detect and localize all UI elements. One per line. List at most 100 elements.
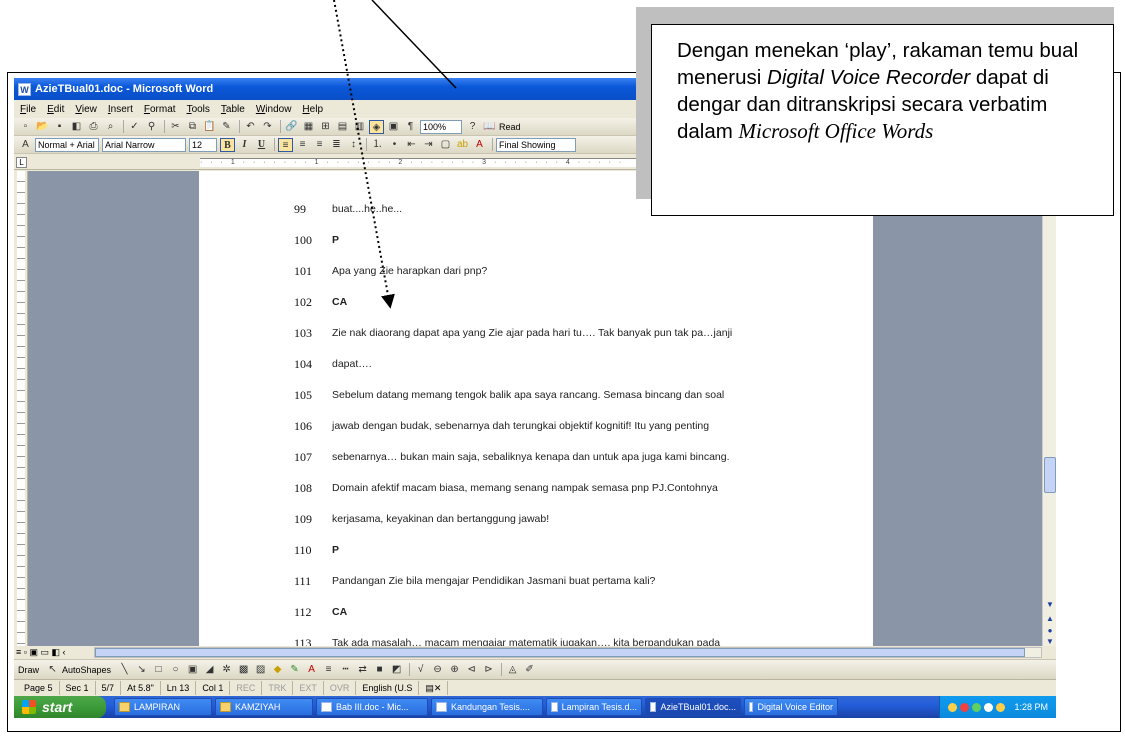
clock[interactable]: 1:28 PM — [1014, 702, 1048, 712]
autoshapes-menu[interactable]: AutoShapes — [62, 665, 111, 675]
document-line[interactable]: 111 Pandangan Zie bila mengajar Pendidika… — [294, 573, 655, 589]
print-icon[interactable]: ⎙ — [86, 120, 101, 134]
status-rec[interactable]: REC — [230, 681, 263, 695]
tray-icon[interactable] — [948, 702, 958, 712]
document-line[interactable]: 108 Domain afektif macam biasa, memang se… — [294, 480, 718, 496]
arrow-style-icon[interactable]: ⇄ — [355, 663, 370, 677]
document-line[interactable]: 109 kerjasama, keyakinan dan bertanggung … — [294, 511, 549, 527]
align-left-icon[interactable]: ≡ — [278, 137, 293, 152]
menu-file[interactable]: File — [20, 104, 36, 115]
shape-tool-4-icon[interactable]: ⊳ — [481, 663, 496, 677]
start-button[interactable]: start — [14, 696, 106, 718]
line-spacing-icon[interactable]: ↕ — [346, 138, 361, 152]
research-icon[interactable]: ⚲ — [144, 120, 159, 134]
bullets-icon[interactable]: • — [387, 138, 402, 152]
cut-icon[interactable]: ✂ — [168, 120, 183, 134]
status-trk[interactable]: TRK — [262, 681, 294, 695]
draw-menu[interactable]: Draw — [18, 665, 39, 675]
line-icon[interactable]: ╲ — [117, 663, 132, 677]
text-box-icon[interactable]: ▣ — [185, 663, 200, 677]
display-for-review-select[interactable]: Final Showing — [496, 137, 576, 152]
help-icon[interactable]: ? — [465, 120, 480, 134]
italic-button[interactable]: I — [237, 138, 252, 152]
copy-icon[interactable]: ⧉ — [185, 120, 200, 134]
hyperlink-icon[interactable]: 🔗 — [284, 120, 299, 134]
format-painter-icon[interactable]: ✎ — [219, 120, 234, 134]
taskbar-button[interactable]: LAMPIRAN — [114, 698, 212, 716]
columns-icon[interactable]: ▥ — [352, 120, 367, 134]
diagram-icon[interactable]: ✲ — [219, 663, 234, 677]
font-color-draw-icon[interactable]: A — [304, 663, 319, 677]
menu-edit[interactable]: Edit — [47, 104, 64, 115]
permission-icon[interactable]: ◧ — [69, 120, 84, 134]
document-line[interactable]: 107 sebenarnya… bukan main saja, sebalikn… — [294, 449, 730, 465]
shadow-icon[interactable]: ■ — [372, 663, 387, 677]
new-document-icon[interactable]: ▫ — [18, 120, 33, 134]
shape-tool-3-icon[interactable]: ⊲ — [464, 663, 479, 677]
status-ovr[interactable]: OVR — [324, 681, 357, 695]
status-ext[interactable]: EXT — [293, 681, 324, 695]
3d-icon[interactable]: ◩ — [389, 663, 404, 677]
document-line[interactable]: 110 P — [294, 542, 339, 558]
tray-icon[interactable] — [996, 702, 1006, 712]
open-folder-icon[interactable]: 📂 — [35, 120, 50, 134]
oval-icon[interactable]: ○ — [168, 663, 183, 677]
tray-icon[interactable] — [960, 702, 970, 712]
document-line[interactable]: 100 P — [294, 232, 339, 248]
align-right-icon[interactable]: ≡ — [312, 138, 327, 152]
document-line[interactable]: 104 dapat…. — [294, 356, 372, 372]
taskbar-button[interactable]: Bab III.doc - Mic... — [316, 698, 428, 716]
dash-style-icon[interactable]: ┅ — [338, 663, 353, 677]
show-hide-icon[interactable]: ¶ — [403, 120, 418, 134]
undo-icon[interactable]: ↶ — [243, 120, 258, 134]
arrow-icon[interactable]: ↘ — [134, 663, 149, 677]
highlight-icon[interactable]: ab — [455, 138, 470, 152]
previous-page-icon[interactable]: ▲ — [1044, 613, 1056, 625]
document-line[interactable]: 112 CA — [294, 604, 347, 620]
increase-indent-icon[interactable]: ⇥ — [421, 138, 436, 152]
vertical-ruler-strip[interactable] — [17, 171, 25, 646]
line-style-icon[interactable]: ≡ — [321, 663, 336, 677]
font-color-icon[interactable]: A — [472, 138, 487, 152]
document-line[interactable]: 105 Sebelum datang memang tengok balik ap… — [294, 387, 724, 403]
menu-view[interactable]: View — [75, 104, 97, 115]
menu-tools[interactable]: Tools — [187, 104, 210, 115]
taskbar-button[interactable]: Kandungan Tesis.... — [431, 698, 543, 716]
scroll-down-icon[interactable]: ▼ — [1044, 599, 1056, 611]
pencil-icon[interactable]: ✐ — [522, 663, 537, 677]
menu-table[interactable]: Table — [221, 104, 245, 115]
horizontal-scroll-thumb[interactable] — [95, 648, 1025, 657]
tables-borders-icon[interactable]: ▦ — [301, 120, 316, 134]
shape-tool-icon[interactable]: ⊖ — [430, 663, 445, 677]
tray-icon[interactable] — [972, 702, 982, 712]
taskbar-button[interactable]: Digital Voice Editor — [744, 698, 838, 716]
insert-excel-icon[interactable]: ▤ — [335, 120, 350, 134]
paste-icon[interactable]: 📋 — [202, 120, 217, 134]
document-page[interactable]: 99 buat....he..he... 100 P 101 Apa yang Zie h… — [199, 171, 873, 647]
drawing-icon[interactable]: ◈ — [369, 119, 384, 134]
tray-icon[interactable] — [984, 702, 994, 712]
menu-help[interactable]: Help — [302, 104, 323, 115]
menu-insert[interactable]: Insert — [108, 104, 133, 115]
border-icon[interactable]: ▢ — [438, 138, 453, 152]
view-buttons[interactable]: ≡ ▫ ▣ ▭ ◧ ‹ — [14, 647, 94, 658]
font-select[interactable]: Arial Narrow — [102, 137, 186, 152]
justify-icon[interactable]: ≣ — [329, 138, 344, 152]
save-icon[interactable]: ▪ — [52, 120, 67, 134]
document-line[interactable]: 102 CA — [294, 294, 347, 310]
fill-color-icon[interactable]: ◆ — [270, 663, 285, 677]
document-line[interactable]: 99 buat....he..he... — [294, 201, 402, 217]
vertical-scroll-thumb[interactable] — [1044, 457, 1056, 493]
spelling-status-icon[interactable]: ▤✕ — [419, 681, 449, 695]
status-language[interactable]: English (U.S — [356, 681, 420, 695]
rectangle-icon[interactable]: □ — [151, 663, 166, 677]
redo-icon[interactable]: ↷ — [260, 120, 275, 134]
style-select[interactable]: Normal + Arial I — [35, 137, 99, 152]
horizontal-scrollbar[interactable] — [94, 647, 1042, 658]
tab-selector[interactable]: L — [16, 157, 27, 168]
styles-formatting-icon[interactable]: A — [18, 138, 33, 152]
document-line[interactable]: 101 Apa yang Zie harapkan dari pnp? — [294, 263, 487, 279]
print-preview-icon[interactable]: ⌕ — [103, 120, 118, 134]
underline-button[interactable]: U — [254, 138, 269, 152]
zoom-select[interactable]: 100% — [420, 119, 462, 134]
